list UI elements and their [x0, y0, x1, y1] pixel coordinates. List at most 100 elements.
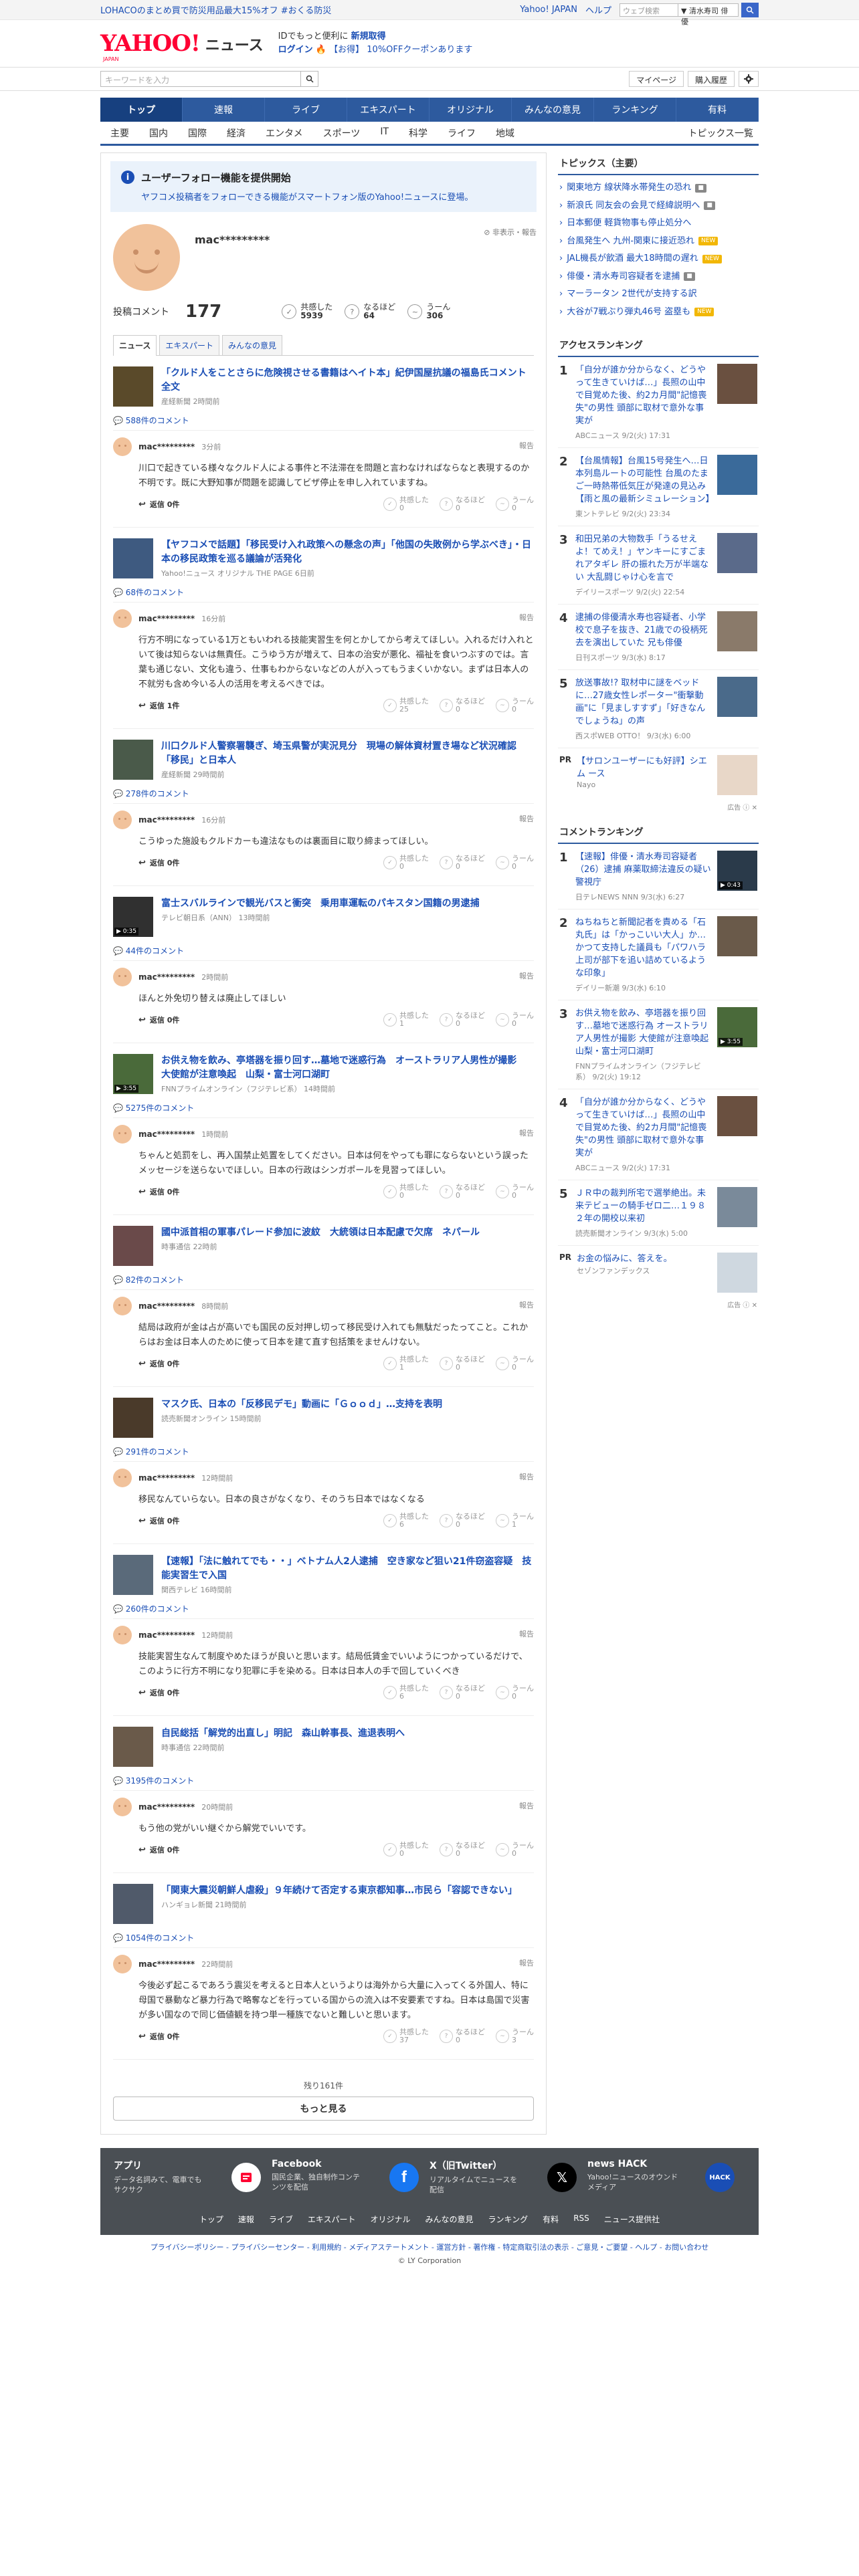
- reply-button[interactable]: ↩ 返信 0件: [138, 1844, 179, 1855]
- reply-button[interactable]: ↩ 返信 0件: [138, 1515, 179, 1526]
- comment-count-link[interactable]: 💬 291件のコメント: [113, 1446, 534, 1462]
- ranking-title[interactable]: 「自分が誰か分からなく、どうやって生きていけば…」長照の山中で目覚めた後、約2カ…: [575, 1096, 712, 1160]
- comment-user[interactable]: mac*********: [138, 442, 195, 451]
- promo-link[interactable]: LOHACOのまとめ買で防災用品最大15%オフ #おくる防災: [100, 3, 331, 16]
- ranking-thumbnail[interactable]: [717, 533, 757, 573]
- topic-item[interactable]: 台風発生へ 九州-関東に接近恐れNEW: [559, 233, 757, 251]
- article-header[interactable]: 國中派首相の軍事パレード参加に波紋 大統領は日本配慮で欠席 ネパール 時事通信 2…: [113, 1226, 534, 1266]
- ranking-title[interactable]: ＪＲ中の裁判所宅で選挙絶出。未来テビューの騎手ゼロ二…１９８２年の開校以来初: [575, 1187, 712, 1225]
- comment-count-link[interactable]: 💬 1054件のコメント: [113, 1932, 534, 1948]
- web-search-button[interactable]: [741, 2, 759, 17]
- comment-avatar[interactable]: [113, 811, 132, 829]
- comment-avatar[interactable]: [113, 437, 132, 456]
- ranking-thumbnail[interactable]: ▶ 3:55: [717, 1007, 757, 1047]
- subnav-item[interactable]: 国内: [139, 126, 178, 140]
- vote-button[interactable]: ~ うーん 1: [496, 1513, 534, 1529]
- comment-user[interactable]: mac*********: [138, 815, 195, 825]
- reply-button[interactable]: ↩ 返信 1件: [138, 700, 179, 711]
- reply-button[interactable]: ↩ 返信 0件: [138, 857, 179, 868]
- subnav-item[interactable]: スポーツ: [313, 126, 371, 140]
- ranking-thumbnail[interactable]: [717, 1187, 757, 1227]
- comment-avatar[interactable]: [113, 1297, 132, 1315]
- article-header[interactable]: 自民総括「解党的出直し」明記 森山幹事長、進退表明へ 時事通信 22時間前: [113, 1727, 534, 1767]
- comment-avatar[interactable]: [113, 1125, 132, 1144]
- topic-item[interactable]: JAL機長が飲酒 最大18時間の遅れ NEW: [559, 250, 757, 268]
- footer-link[interactable]: 速報: [238, 2214, 254, 2225]
- vote-button[interactable]: ? なるほど 0: [440, 496, 485, 512]
- keyword-search-input[interactable]: キーワードを入力: [100, 71, 301, 87]
- vote-button[interactable]: ✓ 共感した 6: [383, 1513, 429, 1529]
- pr-item[interactable]: PR 【サロンユーザーにも好評】シエ ム ース Nayo: [558, 748, 759, 802]
- footer-link[interactable]: 有料: [543, 2214, 559, 2225]
- vote-button[interactable]: ~ うーん 0: [496, 697, 534, 714]
- comment-user[interactable]: mac*********: [138, 614, 195, 623]
- article-header[interactable]: 川口クルド人警察署襲ぎ、埼玉県警が実況見分 現場の解体資材置き場など状況確認「移…: [113, 740, 534, 780]
- ranking-item[interactable]: 4 「自分が誰か分からなく、どうやって生きていけば…」長照の山中で目覚めた後、約2…: [558, 1089, 759, 1180]
- subnav-item[interactable]: エンタメ: [256, 126, 313, 140]
- comment-count-link[interactable]: 💬 68件のコメント: [113, 586, 534, 603]
- article-header[interactable]: マスク氏、日本の「反移民デモ」動画に「Ｇｏｏｄ」…支持を表明 読売新聞オンライン …: [113, 1398, 534, 1438]
- article-title[interactable]: 【ヤフコメで話題】「移民受け入れ政策への懸念の声」「他国の失敗例から学ぶべき」・…: [161, 538, 534, 566]
- ranking-title[interactable]: ねちねちと新聞記者を責める「石丸氏」は「かっこいい大人」か…かつて支持した議員も…: [575, 916, 712, 980]
- article-thumbnail[interactable]: [113, 538, 153, 578]
- footer-link[interactable]: オリジナル: [371, 2214, 411, 2225]
- ranking-title[interactable]: 和田兄弟の大物数手「うるせえよ！てめえ！」ヤンキーにすごまれアタギレ 肝の振れた…: [575, 533, 712, 584]
- ranking-thumbnail[interactable]: [717, 1096, 757, 1136]
- subnav-item[interactable]: 経済: [217, 126, 256, 140]
- vote-button[interactable]: ? なるほど 0: [440, 697, 485, 714]
- vote-button[interactable]: ~ うーん 0: [496, 1356, 534, 1372]
- vote-button[interactable]: ~ うーん 3: [496, 2028, 534, 2044]
- comment-count-link[interactable]: 💬 260件のコメント: [113, 1603, 534, 1619]
- vote-button[interactable]: ✓ 共感した 37: [383, 2028, 429, 2044]
- vote-button[interactable]: ✓ 共感した 0: [383, 1842, 429, 1858]
- topics-list-link[interactable]: トピックス一覧: [688, 126, 759, 140]
- footer-link[interactable]: みんなの意見: [425, 2214, 474, 2225]
- hide-report-link[interactable]: ⊘ 非表示・報告: [484, 227, 537, 237]
- reply-button[interactable]: ↩ 返信 0件: [138, 1687, 179, 1698]
- reply-button[interactable]: ↩ 返信 0件: [138, 1186, 179, 1197]
- article-title[interactable]: 川口クルド人警察署襲ぎ、埼玉県警が実況見分 現場の解体資材置き場など状況確認「移…: [161, 740, 534, 768]
- subnav-item[interactable]: 地域: [486, 126, 524, 140]
- comment-avatar[interactable]: [113, 1798, 132, 1816]
- vote-button[interactable]: ? なるほど 0: [440, 855, 485, 871]
- ranking-item[interactable]: 5 放送事故!? 取材中に謎をベッドに…27歳女性レポーター"衝撃動画"に「見まし…: [558, 670, 759, 748]
- ranking-thumbnail[interactable]: [717, 455, 757, 495]
- vote-button[interactable]: ~ うーん 0: [496, 1842, 534, 1858]
- article-thumbnail[interactable]: [113, 1884, 153, 1924]
- web-search-scope[interactable]: ▼ 清水寿司 俳優: [678, 3, 739, 26]
- report-link[interactable]: 報告: [519, 813, 534, 824]
- comment-avatar[interactable]: [113, 1955, 132, 1973]
- article-title[interactable]: 「クルド人をことさらに危険視させる書籍はヘイト本」紀伊国屋抗議の福島氏コメント全…: [161, 366, 534, 395]
- comment-count-link[interactable]: 💬 278件のコメント: [113, 788, 534, 804]
- web-search-input[interactable]: ウェブ検索: [619, 3, 678, 17]
- comment-avatar[interactable]: [113, 609, 132, 628]
- legal-links[interactable]: プライバシーポリシー - プライバシーセンター - 利用規約 - メディアステー…: [100, 2235, 759, 2252]
- notice-desc[interactable]: ヤフコメ投稿者をフォローできる機能がスマートフォン版のYahoo!ニュースに登場…: [141, 190, 473, 203]
- nav-item[interactable]: ライブ: [265, 98, 347, 122]
- tab-0[interactable]: ニュース: [113, 335, 157, 356]
- vote-button[interactable]: ~ うーん 0: [496, 1184, 534, 1200]
- report-link[interactable]: 報告: [519, 440, 534, 451]
- vote-button[interactable]: ✓ 共感した 0: [383, 855, 429, 871]
- comment-avatar[interactable]: [113, 968, 132, 986]
- report-link[interactable]: 報告: [519, 1128, 534, 1138]
- footer-item[interactable]: X（旧Twitter） リアルタイムでニュースを配信 𝕏: [430, 2159, 587, 2208]
- article-thumbnail[interactable]: ▶ 0:35: [113, 897, 153, 937]
- coupon-link[interactable]: 【お得】 10%OFFクーポンあります: [329, 45, 472, 55]
- vote-button[interactable]: ~ うーん 0: [496, 855, 534, 871]
- comment-count-link[interactable]: 💬 44件のコメント: [113, 945, 534, 961]
- vote-button[interactable]: ✓ 共感した 25: [383, 697, 429, 714]
- article-header[interactable]: 【速報】「法に触れてでも・・」ベトナム人2人逮捕 空き家など狙い21件窃盗容疑 …: [113, 1555, 534, 1595]
- signup-link[interactable]: 新規取得: [351, 31, 386, 41]
- ranking-item[interactable]: 3 お供え物を飲み、亭塔器を振り回す…墓地で迷惑行為 オーストラリア人男性が撮影 …: [558, 1000, 759, 1089]
- nav-item[interactable]: ランキング: [594, 98, 676, 122]
- footer-link[interactable]: ニュース提供社: [604, 2214, 660, 2225]
- nav-item[interactable]: 有料: [676, 98, 759, 122]
- subnav-item[interactable]: 科学: [399, 126, 438, 140]
- ranking-title[interactable]: お供え物を飲み、亭塔器を振り回す…墓地で迷惑行為 オーストラリア人男性が撮影 大…: [575, 1007, 712, 1058]
- article-title[interactable]: 自民総括「解党的出直し」明記 森山幹事長、進退表明へ: [161, 1727, 405, 1741]
- article-header[interactable]: 「関東大震災朝鮮人虐殺」９年続けて否定する東京都知事…市民ら「容認できない」 ハン…: [113, 1884, 534, 1924]
- article-title[interactable]: 「関東大震災朝鮮人虐殺」９年続けて否定する東京都知事…市民ら「容認できない」: [161, 1884, 517, 1898]
- article-thumbnail[interactable]: [113, 1727, 153, 1767]
- yahoo-japan-link[interactable]: Yahoo! JAPAN: [520, 5, 577, 15]
